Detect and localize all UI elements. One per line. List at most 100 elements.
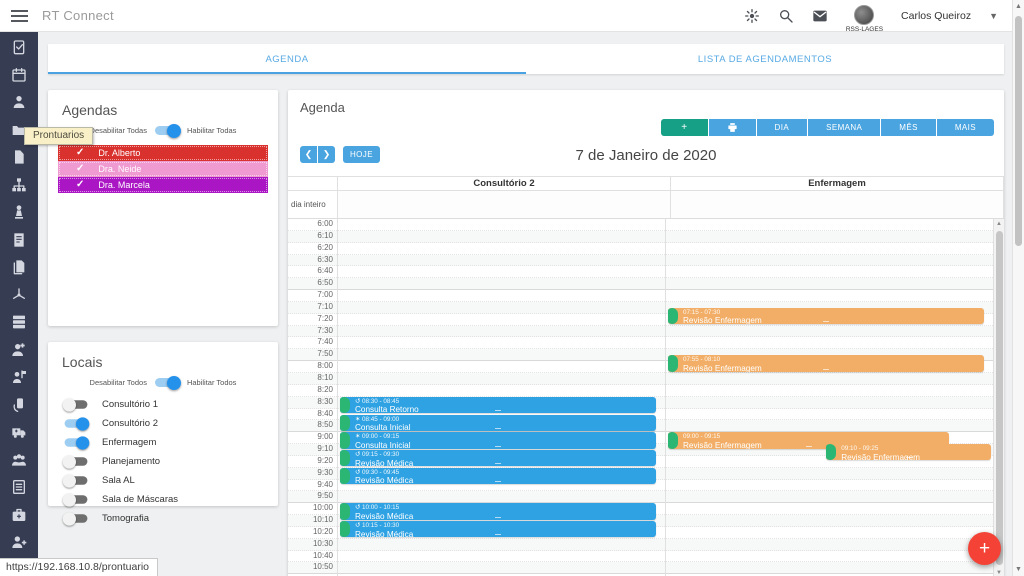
time-slot[interactable] [338, 266, 665, 278]
browser-scrollbar[interactable]: ▲ ▼ [1012, 0, 1024, 576]
local-toggle[interactable] [65, 438, 88, 447]
agenda-item[interactable]: ✓Dra. Marcela [58, 177, 268, 193]
time-slot[interactable] [338, 231, 665, 243]
time-slot[interactable] [338, 326, 665, 338]
time-slot[interactable] [666, 468, 993, 480]
settings-icon[interactable] [744, 8, 760, 24]
time-slot[interactable] [338, 302, 665, 314]
time-slot[interactable] [338, 361, 665, 373]
time-slot[interactable] [666, 527, 993, 539]
browser-scroll-up-icon[interactable]: ▲ [1013, 3, 1024, 10]
time-slot[interactable] [666, 373, 993, 385]
local-toggle[interactable] [65, 495, 88, 504]
add-appointment-fab[interactable]: + [968, 532, 1001, 565]
view-dia-button[interactable]: DIA [757, 119, 808, 136]
time-slot[interactable] [666, 243, 993, 255]
sidebar-list-alt-icon[interactable] [11, 479, 27, 495]
sidebar-patient-icon[interactable] [11, 94, 27, 110]
tab-agenda[interactable]: AGENDA [48, 44, 526, 74]
sidebar-radiation-icon[interactable] [11, 287, 27, 303]
event-resize-handle[interactable] [823, 369, 829, 372]
all-day-cell-enfermagem[interactable] [671, 191, 1004, 218]
local-toggle[interactable] [65, 419, 88, 428]
all-day-cell-consultorio-2[interactable] [338, 191, 671, 218]
agenda-item[interactable]: ✓Dr. Alberto [58, 145, 268, 161]
sidebar-user-flag-icon[interactable] [11, 369, 27, 385]
time-slot[interactable] [666, 562, 993, 574]
user-avatar[interactable]: RSS-LAGES [846, 5, 883, 33]
time-slot[interactable] [338, 219, 665, 231]
menu-icon[interactable] [0, 10, 38, 22]
search-icon[interactable] [778, 8, 794, 24]
time-slot[interactable] [666, 480, 993, 492]
time-slot[interactable] [666, 337, 993, 349]
event-revis-o-m-dica[interactable]: ↺ 09:30 - 09:45Revisão Médica [340, 468, 656, 484]
time-slot[interactable] [666, 409, 993, 421]
print-button[interactable] [709, 119, 756, 136]
local-toggle[interactable] [65, 457, 88, 466]
locais-master-toggle[interactable] [155, 378, 179, 387]
local-toggle[interactable] [65, 400, 88, 409]
lane-consultorio-2[interactable]: ↺ 08:30 - 08:45Consulta Retorno ✶ 08:45 -… [338, 219, 666, 576]
time-slot[interactable] [338, 314, 665, 326]
time-slot[interactable] [666, 397, 993, 409]
sidebar-briefcase-medical-icon[interactable] [11, 507, 27, 523]
tab-lista-de-agendamentos[interactable]: LISTA DE AGENDAMENTOS [526, 44, 1004, 74]
sidebar-document-icon[interactable] [11, 232, 27, 248]
calendar-scroll-down-icon[interactable]: ▼ [994, 570, 1004, 576]
time-slot[interactable] [666, 278, 993, 290]
calendar-scrollbar[interactable]: ▲ ▼ [994, 219, 1004, 576]
browser-scrollbar-thumb[interactable] [1015, 16, 1022, 246]
agendas-master-toggle[interactable] [155, 126, 179, 135]
time-slot[interactable] [666, 503, 993, 515]
time-slot[interactable] [338, 255, 665, 267]
event-resize-handle[interactable] [495, 517, 501, 520]
mail-icon[interactable] [812, 8, 828, 24]
chevron-down-icon[interactable]: ▼ [989, 11, 998, 21]
sidebar-doctor-icon[interactable] [11, 342, 27, 358]
time-slot[interactable] [338, 551, 665, 563]
event-revis-o-m-dica[interactable]: ↺ 09:15 - 09:30Revisão Médica [340, 450, 656, 466]
time-slot[interactable] [338, 290, 665, 302]
time-slot[interactable] [666, 385, 993, 397]
event-resize-handle[interactable] [495, 534, 501, 537]
sidebar-prontuario-file-icon[interactable] [11, 149, 27, 165]
time-slot[interactable] [338, 385, 665, 397]
event-consulta-retorno[interactable]: ↺ 08:30 - 08:45Consulta Retorno [340, 397, 656, 413]
time-slot[interactable] [338, 243, 665, 255]
local-toggle[interactable] [65, 476, 88, 485]
calendar-scroll-up-icon[interactable]: ▲ [994, 221, 1004, 227]
event-resize-handle[interactable] [806, 446, 812, 449]
lane-enfermagem[interactable]: 07:15 - 07:30Revisão Enfermagem07:55 - 0… [666, 219, 994, 576]
event-resize-handle[interactable] [495, 446, 501, 449]
view-semana-button[interactable]: SEMANA [808, 119, 880, 136]
event-resize-handle[interactable] [495, 481, 501, 484]
event-resize-handle[interactable] [495, 410, 501, 413]
event-consulta-inicial[interactable]: ✶ 08:45 - 09:00Consulta Inicial [340, 415, 656, 431]
event-consulta-inicial[interactable]: ✶ 09:00 - 09:15Consulta Inicial [340, 432, 656, 448]
sidebar-phone-hand-icon[interactable] [11, 397, 27, 413]
time-slot[interactable] [666, 551, 993, 563]
time-slot[interactable] [666, 539, 993, 551]
event-revis-o-m-dica[interactable]: ↺ 10:00 - 10:15Revisão Médica [340, 503, 656, 519]
time-slot[interactable] [338, 337, 665, 349]
add-event-button[interactable]: + [661, 119, 707, 136]
time-slot[interactable] [338, 278, 665, 290]
time-slot[interactable] [338, 491, 665, 503]
sidebar-sitemap-icon[interactable] [11, 177, 27, 193]
time-slot[interactable] [666, 290, 993, 302]
time-slot[interactable] [338, 373, 665, 385]
sidebar-user-group-icon[interactable] [11, 452, 27, 468]
event-resize-handle[interactable] [495, 428, 501, 431]
browser-scroll-down-icon[interactable]: ▼ [1013, 566, 1024, 573]
event-revis-o-enfermagem[interactable]: 07:15 - 07:30Revisão Enfermagem [668, 308, 984, 324]
time-slot[interactable] [666, 420, 993, 432]
view-mes-button[interactable]: MÊS [881, 119, 936, 136]
sidebar-pawn-icon[interactable] [11, 204, 27, 220]
time-slot[interactable] [338, 539, 665, 551]
time-slot[interactable] [666, 515, 993, 527]
sidebar-ambulance-icon[interactable] [11, 424, 27, 440]
agenda-item[interactable]: ✓Dra. Neide [58, 161, 268, 177]
time-slot[interactable] [666, 266, 993, 278]
event-resize-handle[interactable] [495, 463, 501, 466]
